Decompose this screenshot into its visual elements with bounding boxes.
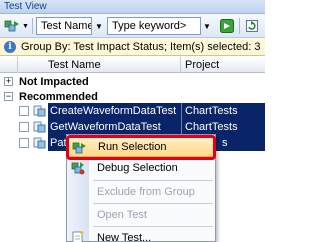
column-header-test-name[interactable]: Test Name bbox=[18, 57, 181, 73]
refresh-button[interactable] bbox=[243, 17, 261, 35]
menu-item-label: New Test... bbox=[97, 232, 152, 242]
debug-icon bbox=[71, 161, 85, 175]
group-row-not-impacted[interactable]: + Not Impacted bbox=[0, 74, 265, 89]
highlight-frame bbox=[66, 135, 216, 160]
menu-item-label: Exclude from Group bbox=[97, 186, 195, 198]
window-title: Test View bbox=[4, 1, 47, 12]
column-header-label: Test Name bbox=[48, 59, 101, 71]
group-by-dropdown-button[interactable]: ▼ bbox=[93, 17, 105, 35]
menu-item-new-test[interactable]: New Test... bbox=[67, 228, 215, 242]
test-icon bbox=[33, 137, 46, 149]
row-checkbox[interactable] bbox=[19, 106, 29, 116]
column-header-expander[interactable] bbox=[0, 57, 18, 73]
chevron-down-icon: ▼ bbox=[203, 21, 211, 31]
group-by-combo[interactable]: Test Name bbox=[36, 17, 92, 35]
info-bar: i Group By: Test Impact Status; Item(s) … bbox=[0, 38, 265, 56]
collapse-icon[interactable]: − bbox=[4, 92, 13, 101]
apply-filter-button[interactable] bbox=[218, 17, 236, 35]
table-row[interactable]: GetWaveformDataTest ChartTests bbox=[0, 119, 265, 135]
expand-icon[interactable]: + bbox=[4, 77, 13, 86]
chevron-down-icon: ▼ bbox=[95, 21, 103, 31]
toolbar: ▼ Test Name ▼ Type keyword> ▼ bbox=[0, 14, 265, 38]
run-tests-button[interactable] bbox=[3, 17, 21, 35]
group-row-recommended[interactable]: − Recommended bbox=[0, 89, 265, 104]
run-tests-dropdown[interactable]: ▼ bbox=[21, 17, 30, 35]
new-test-icon bbox=[71, 231, 85, 242]
apply-filter-icon bbox=[220, 19, 234, 33]
project-cell: ChartTests bbox=[181, 103, 265, 119]
window-title-bar: Test View bbox=[0, 0, 265, 14]
test-icon bbox=[33, 121, 46, 133]
menu-separator bbox=[93, 226, 213, 227]
column-header-label: Project bbox=[185, 59, 220, 71]
test-name-cell: CreateWaveformDataTest bbox=[48, 103, 181, 119]
menu-separator bbox=[93, 203, 213, 204]
group-label: Not Impacted bbox=[19, 75, 89, 88]
row-checkbox[interactable] bbox=[19, 122, 29, 132]
filter-dropdown-button[interactable]: ▼ bbox=[201, 17, 213, 35]
toolbar-separator bbox=[239, 18, 240, 34]
menu-item-label: Open Test bbox=[97, 209, 147, 221]
table-row[interactable]: CreateWaveformDataTest ChartTests bbox=[0, 103, 265, 119]
info-bar-text: Group By: Test Impact Status; Item(s) se… bbox=[21, 40, 261, 53]
menu-item-debug-selection[interactable]: Debug Selection bbox=[67, 158, 215, 178]
filter-keyword-input[interactable]: Type keyword> bbox=[107, 17, 201, 35]
group-by-value: Test Name bbox=[41, 20, 92, 32]
filter-keyword-placeholder: Type keyword> bbox=[112, 20, 187, 32]
menu-item-label: Debug Selection bbox=[97, 162, 178, 174]
column-header-project[interactable]: Project bbox=[181, 57, 265, 73]
run-icon bbox=[4, 20, 19, 32]
info-icon: i bbox=[4, 40, 16, 53]
menu-separator bbox=[93, 180, 213, 181]
test-name-cell: GetWaveformDataTest bbox=[48, 119, 181, 135]
project-cell: ChartTests bbox=[181, 119, 265, 135]
group-label: Recommended bbox=[19, 90, 98, 103]
column-header-row: Test Name Project bbox=[0, 57, 265, 73]
menu-item-exclude-from-group[interactable]: Exclude from Group bbox=[67, 182, 215, 202]
menu-item-open-test[interactable]: Open Test bbox=[67, 205, 215, 225]
row-checkbox[interactable] bbox=[19, 138, 29, 148]
chevron-down-icon: ▼ bbox=[22, 22, 29, 30]
refresh-icon bbox=[246, 20, 258, 32]
toolbar-separator bbox=[32, 18, 33, 34]
test-icon bbox=[33, 105, 46, 117]
